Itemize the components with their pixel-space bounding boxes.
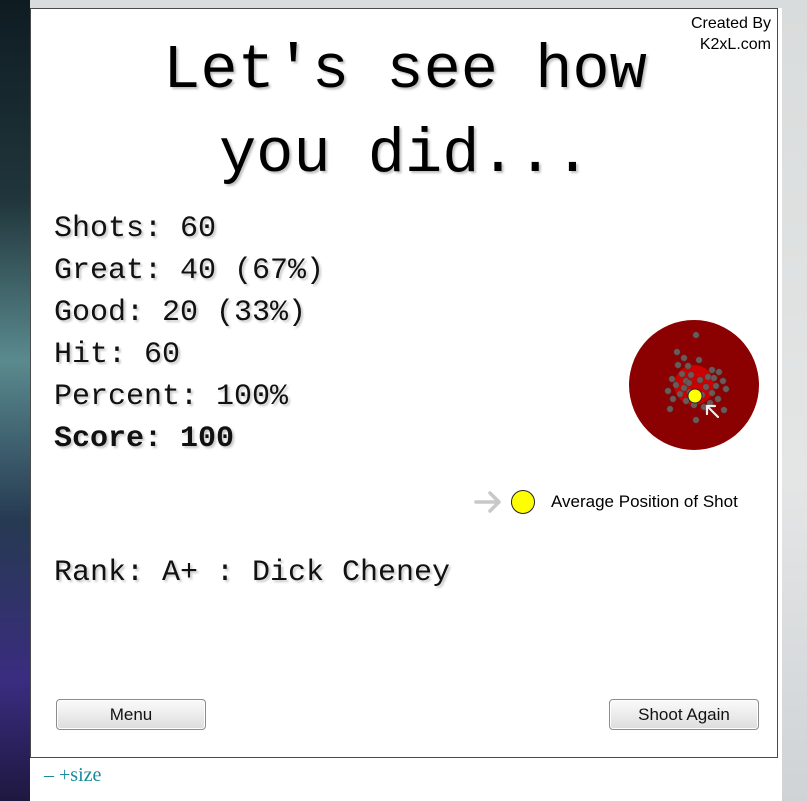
legend-label: Average Position of Shot — [551, 492, 738, 511]
stat-great: Great: 40 (67%) — [54, 254, 325, 288]
window-right-border — [782, 0, 807, 801]
shoot-again-button[interactable]: Shoot Again — [609, 699, 759, 730]
results-title: Let's see how you did... — [31, 29, 779, 197]
shot-target — [629, 320, 759, 450]
average-position-marker — [511, 490, 535, 514]
right-arrow-icon — [474, 491, 501, 513]
title-line-1: Let's see how — [163, 35, 647, 106]
stat-shots: Shots: 60 — [54, 212, 217, 246]
window-top-border — [30, 0, 807, 8]
rank-text: Rank: A+ : Dick Cheney — [54, 556, 451, 590]
stat-percent: Percent: 100% — [54, 380, 289, 414]
stat-score: Score: 100 — [54, 422, 235, 456]
menu-button[interactable]: Menu — [56, 699, 206, 730]
legend: Average Position of Shot — [473, 487, 738, 517]
game-panel: Created By K2xL.com Let's see how you di… — [30, 8, 778, 758]
average-shot-position — [687, 388, 703, 404]
stats-panel: Shots: 60 Great: 40 (67%) Good: 20 (33%)… — [54, 208, 324, 460]
stat-hit: Hit: 60 — [54, 338, 181, 372]
title-line-2: you did... — [218, 119, 592, 190]
stat-good: Good: 20 (33%) — [54, 296, 307, 330]
size-controls: – +size — [44, 764, 101, 787]
decrease-size-link[interactable]: – — [44, 764, 54, 786]
increase-size-link[interactable]: +size — [59, 764, 101, 786]
desktop-background-left — [0, 0, 30, 801]
